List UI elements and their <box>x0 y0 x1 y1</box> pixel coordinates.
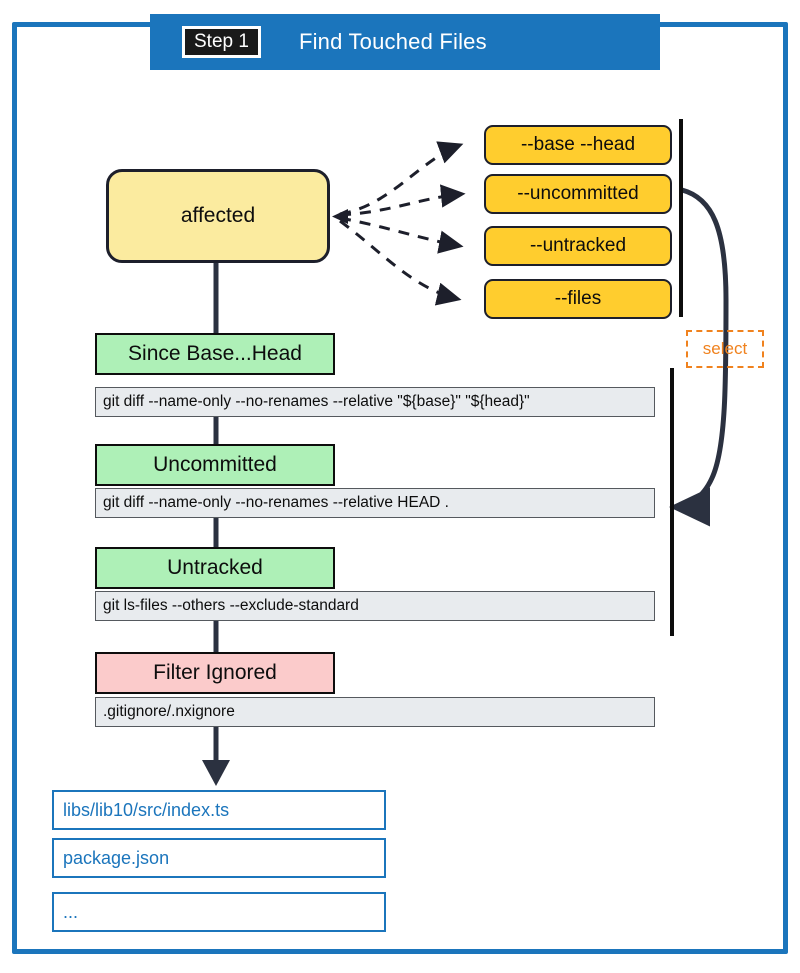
flag-label: --base --head <box>520 134 636 155</box>
affected-node-label: affected <box>180 204 256 227</box>
flag-pill-uncommitted[interactable]: --uncommitted <box>484 174 672 214</box>
select-annotation-label: select <box>702 339 748 358</box>
page-title: Find Touched Files <box>298 29 487 54</box>
flag-label: --uncommitted <box>517 183 639 204</box>
flag-label: --untracked <box>529 235 627 256</box>
step-badge: Step 1 <box>182 25 261 59</box>
command-text: .gitignore/.nxignore <box>103 703 235 720</box>
section-title: Since Base...Head <box>128 342 302 365</box>
output-file-label: ... <box>63 901 79 922</box>
affected-node[interactable]: affected <box>106 169 330 263</box>
section-command-filter-ignored: .gitignore/.nxignore <box>95 697 655 727</box>
flag-pill-base-head[interactable]: --base --head <box>484 125 672 165</box>
output-file-item[interactable]: ... <box>52 892 386 932</box>
flag-pill-files[interactable]: --files <box>484 279 672 319</box>
section-command-since-base-head: git diff --name-only --no-renames --rela… <box>95 387 655 417</box>
section-header-untracked[interactable]: Untracked <box>95 547 335 589</box>
section-command-untracked: git ls-files --others --exclude-standard <box>95 591 655 621</box>
flag-label: --files <box>554 288 602 309</box>
command-text: git diff --name-only --no-renames --rela… <box>103 494 449 511</box>
section-header-since-base-head[interactable]: Since Base...Head <box>95 333 335 375</box>
section-command-uncommitted: git diff --name-only --no-renames --rela… <box>95 488 655 518</box>
select-annotation: select <box>686 330 764 368</box>
section-title: Filter Ignored <box>153 661 277 684</box>
output-file-item[interactable]: libs/lib10/src/index.ts <box>52 790 386 830</box>
command-text: git ls-files --others --exclude-standard <box>103 597 359 614</box>
command-text: git diff --name-only --no-renames --rela… <box>103 393 530 410</box>
section-header-filter-ignored[interactable]: Filter Ignored <box>95 652 335 694</box>
output-file-label: package.json <box>63 847 170 868</box>
section-title: Untracked <box>167 556 263 579</box>
output-file-label: libs/lib10/src/index.ts <box>63 799 230 820</box>
section-header-uncommitted[interactable]: Uncommitted <box>95 444 335 486</box>
pipeline-group-bar <box>670 368 674 636</box>
flag-pill-untracked[interactable]: --untracked <box>484 226 672 266</box>
section-title: Uncommitted <box>153 453 277 476</box>
flags-group-bar <box>679 119 683 317</box>
output-file-item[interactable]: package.json <box>52 838 386 878</box>
diagram-canvas: Step 1 Find Touched Files affected --bas… <box>0 0 800 973</box>
header-banner: Step 1 Find Touched Files <box>150 14 660 70</box>
